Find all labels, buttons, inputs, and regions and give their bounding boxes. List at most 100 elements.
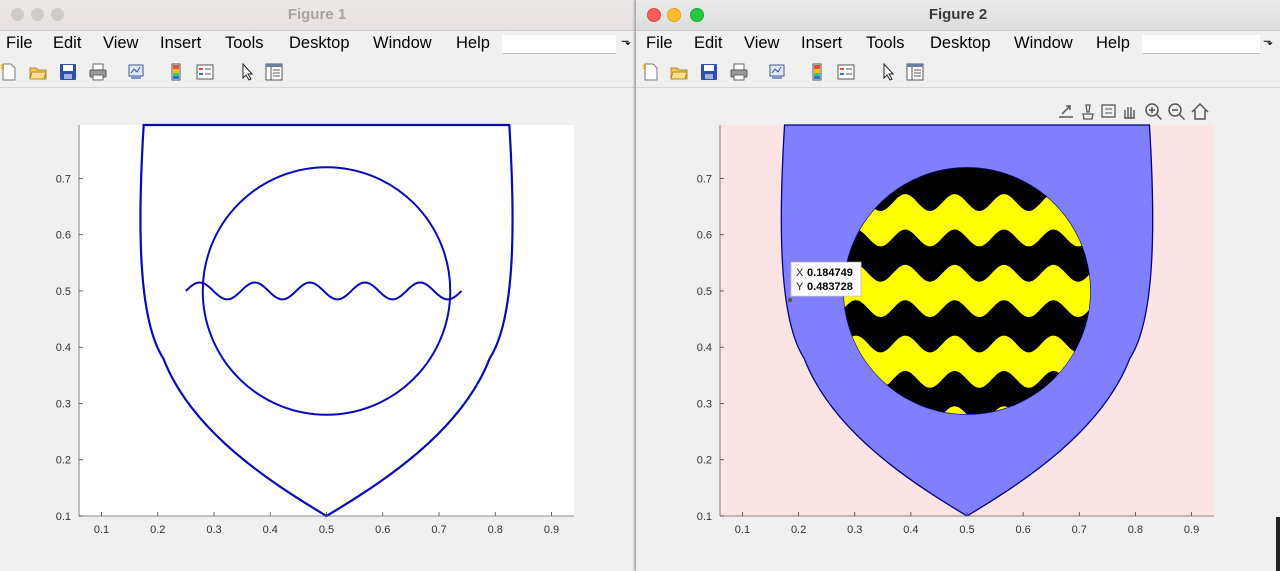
menu-edit[interactable]: Edit [694, 34, 722, 53]
property-inspector-icon[interactable] [265, 63, 283, 81]
save-icon[interactable] [700, 63, 718, 81]
home-icon[interactable] [1191, 102, 1209, 120]
x-tick-label: 0.2 [791, 524, 806, 536]
y-tick-label: 0.2 [697, 455, 712, 467]
figure-1-canvas: 0.1 0.2 0.3 0.4 0.5 0.6 0.7 0.8 0.9 0.1 0.2 0.3 0.4 0… [0, 87, 634, 571]
menu-insert[interactable]: Insert [801, 34, 842, 53]
x-tick-label: 0.6 [1015, 524, 1030, 536]
menu-overflow-icon[interactable]: ⬎ [621, 34, 631, 48]
x-tick-label: 0.5 [959, 524, 974, 536]
menu-edit[interactable]: Edit [53, 34, 81, 53]
y-tick-label: 0.6 [697, 230, 712, 242]
x-tick-label: 0.8 [1128, 524, 1143, 536]
x-tick-label: 0.6 [375, 524, 390, 536]
y-tick-label: 0.5 [697, 286, 712, 298]
link-plot-icon[interactable] [768, 63, 786, 81]
window-title: Figure 2 [928, 6, 988, 23]
axes-background [79, 125, 574, 516]
print-icon[interactable] [89, 63, 107, 81]
x-tick-label: 0.3 [847, 524, 862, 536]
menu-bar: File Edit View Insert Tools Desktop Wind… [0, 31, 634, 56]
export-icon[interactable] [1059, 105, 1073, 118]
open-file-icon[interactable] [670, 63, 688, 81]
menu-desktop[interactable]: Desktop [289, 34, 350, 53]
y-tick-label: 0.6 [56, 230, 71, 242]
y-tick-label: 0.1 [56, 511, 71, 523]
menu-window[interactable]: Window [373, 34, 432, 53]
x-tick-label: 0.8 [488, 524, 503, 536]
menu-desktop[interactable]: Desktop [930, 34, 991, 53]
menu-window[interactable]: Window [1014, 34, 1073, 53]
figure-2-window: Figure 2 File Edit View Insert Tools Des… [636, 0, 1280, 571]
figure-1-window: Figure 1 File Edit View Insert Tools Des… [0, 0, 634, 571]
figure-2-canvas: 0.1 0.2 0.3 0.4 0.5 0.6 0.7 0.8 0.9 0.1 0.2 0.3 0.4 0… [636, 87, 1280, 571]
x-tick-label: 0.1 [94, 524, 109, 536]
insert-colorbar-icon[interactable] [808, 63, 826, 81]
y-tick-label: 0.7 [56, 173, 71, 185]
y-tick-label: 0.2 [56, 455, 71, 467]
y-tick-label: 0.4 [697, 342, 712, 354]
edit-plot-icon[interactable] [238, 63, 256, 81]
menu-overflow-icon[interactable]: ⬎ [1263, 34, 1273, 48]
pan-icon[interactable] [1124, 107, 1135, 119]
menu-insert[interactable]: Insert [160, 34, 201, 53]
open-file-icon[interactable] [29, 63, 47, 81]
x-tick-label: 0.5 [319, 524, 334, 536]
menu-help[interactable]: Help [1096, 34, 1130, 53]
save-icon[interactable] [59, 63, 77, 81]
zoom-in-icon[interactable] [1145, 103, 1163, 121]
axes-toolbar [1056, 102, 1216, 122]
y-tick-label: 0.3 [697, 398, 712, 410]
y-tick-label: 0.7 [697, 173, 712, 185]
brush-icon[interactable] [1082, 104, 1094, 120]
menu-bar: File Edit View Insert Tools Desktop Wind… [636, 31, 1280, 56]
plot-2[interactable]: 0.1 0.2 0.3 0.4 0.5 0.6 0.7 0.8 0.9 0.1 0.2 0.3 0.4 0… [636, 87, 1280, 571]
x-tick-label: 0.2 [150, 524, 165, 536]
new-figure-icon[interactable] [0, 63, 18, 81]
x-tick-label: 0.9 [544, 524, 559, 536]
desktop-edge [1276, 517, 1280, 571]
insert-colorbar-icon[interactable] [167, 63, 185, 81]
y-tick-label: 0.5 [56, 286, 71, 298]
datatip[interactable]: X 0.184749Y 0.483728 [790, 261, 862, 297]
property-inspector-icon[interactable] [906, 63, 924, 81]
figure-toolbar [636, 57, 1280, 88]
window-title: Figure 1 [287, 6, 347, 23]
insert-legend-icon[interactable] [196, 63, 214, 81]
menu-view[interactable]: View [744, 34, 779, 53]
link-plot-icon[interactable] [127, 63, 145, 81]
x-tick-label: 0.4 [903, 524, 918, 536]
datatip-x-label: X [796, 267, 804, 279]
menu-help[interactable]: Help [456, 34, 490, 53]
menu-file[interactable]: File [6, 34, 33, 53]
datatip-x-value: 0.184749 [807, 267, 853, 279]
x-tick-label: 0.7 [1072, 524, 1087, 536]
data-tips-icon[interactable] [1101, 104, 1116, 118]
menu-tools[interactable]: Tools [866, 34, 905, 53]
menu-tools[interactable]: Tools [225, 34, 264, 53]
y-tick-label: 0.4 [56, 342, 71, 354]
figure-toolbar [0, 57, 634, 88]
zoom-out-icon[interactable] [1168, 103, 1186, 121]
datatip-y-label: Y [796, 281, 804, 293]
y-tick-label: 0.1 [697, 511, 712, 523]
figure-2-titlebar[interactable]: Figure 2 [636, 0, 1280, 31]
datatip-marker [787, 297, 793, 303]
x-tick-label: 0.9 [1184, 524, 1199, 536]
datatip-y-value: 0.483728 [807, 281, 853, 293]
edit-plot-icon[interactable] [879, 63, 897, 81]
menu-command-field[interactable] [502, 35, 616, 54]
figure-1-titlebar[interactable]: Figure 1 [0, 0, 634, 31]
menu-view[interactable]: View [103, 34, 138, 53]
y-tick-label: 0.3 [56, 398, 71, 410]
x-tick-label: 0.7 [431, 524, 446, 536]
new-figure-icon[interactable] [642, 63, 660, 81]
x-tick-label: 0.3 [206, 524, 221, 536]
insert-legend-icon[interactable] [837, 63, 855, 81]
x-tick-label: 0.1 [735, 524, 750, 536]
menu-command-field[interactable] [1142, 35, 1260, 54]
print-icon[interactable] [730, 63, 748, 81]
x-tick-label: 0.4 [263, 524, 278, 536]
menu-file[interactable]: File [646, 34, 673, 53]
plot-1[interactable]: 0.1 0.2 0.3 0.4 0.5 0.6 0.7 0.8 0.9 0.1 0.2 0.3 0.4 0… [0, 87, 634, 571]
